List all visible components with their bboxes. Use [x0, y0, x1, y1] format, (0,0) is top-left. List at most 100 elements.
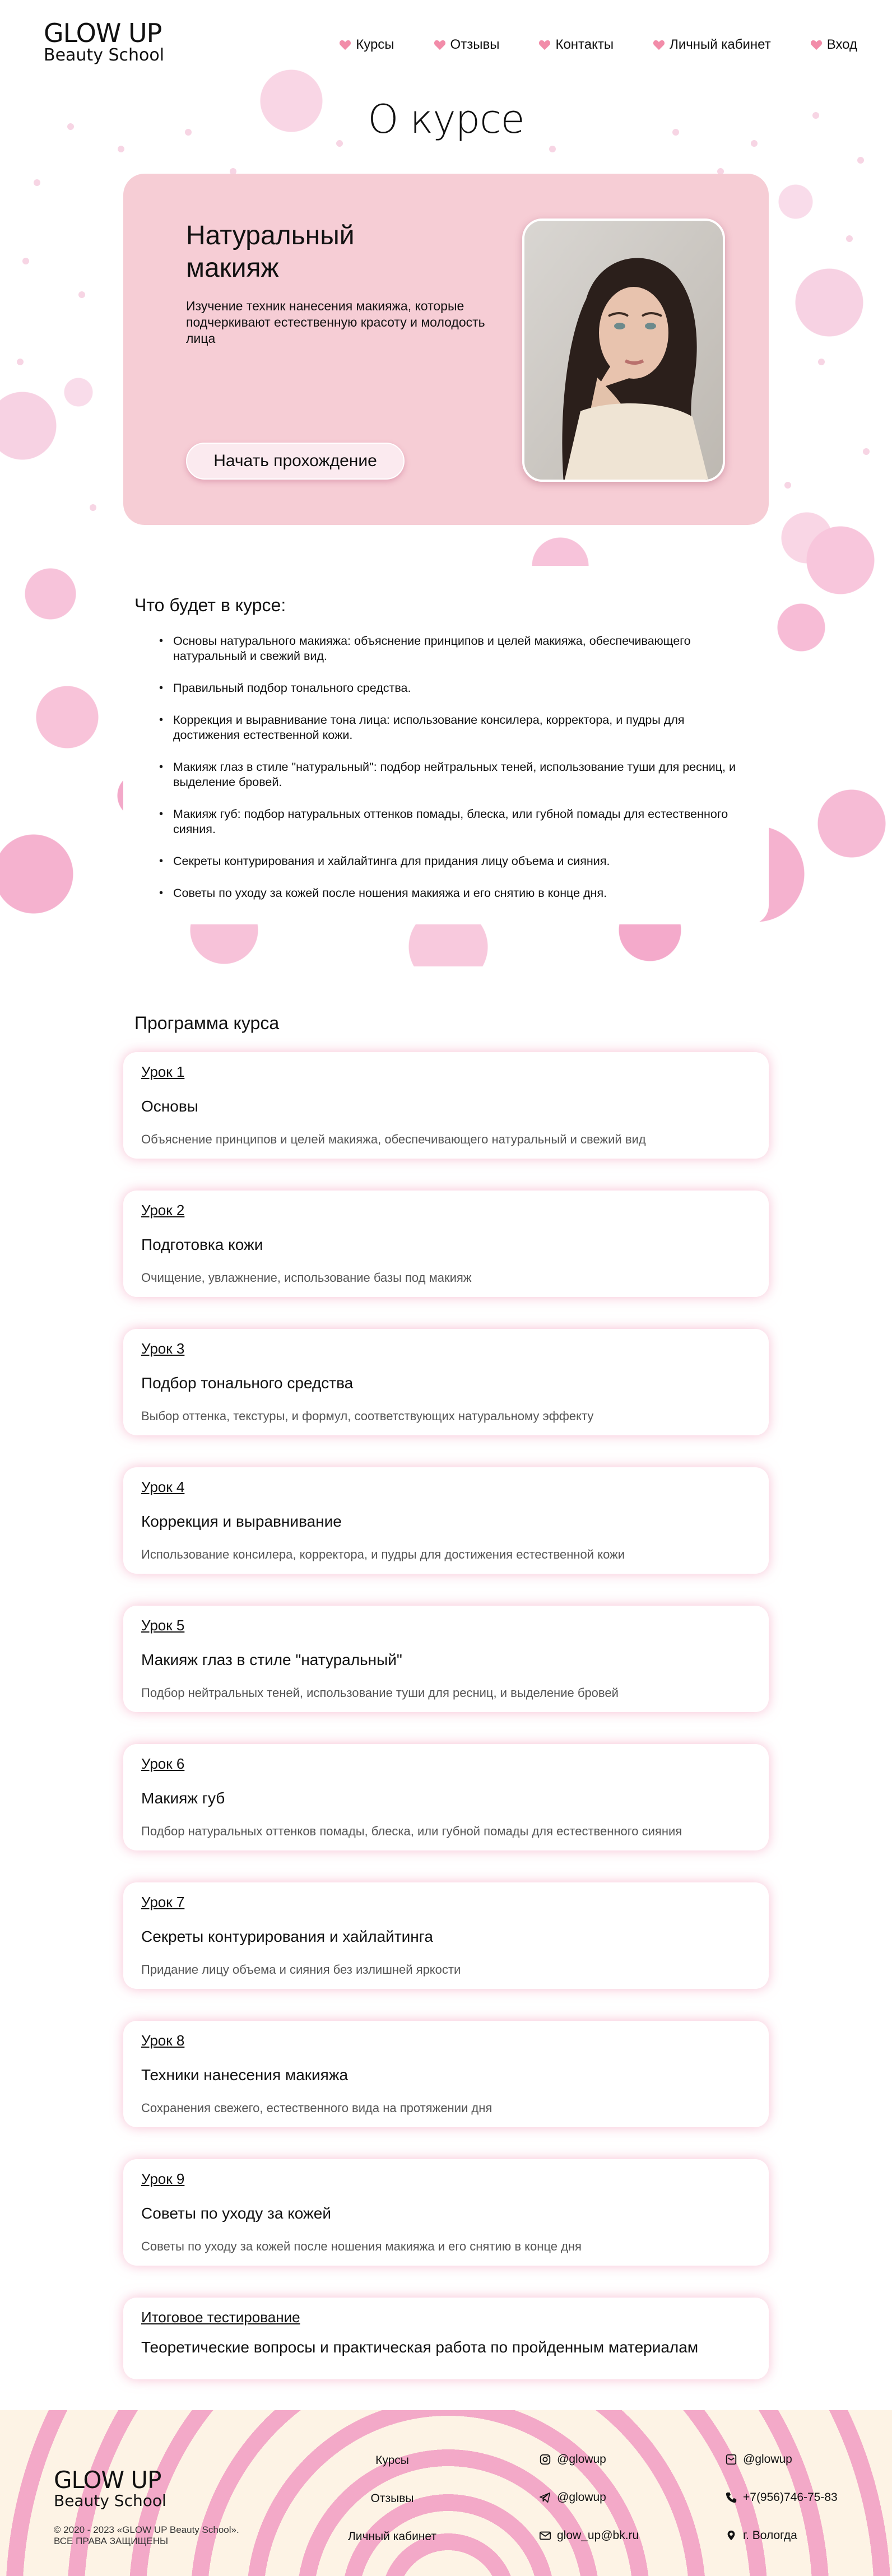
site-header: GLOW UP Beauty School Курсы Отзывы Конта…	[0, 0, 892, 84]
footer-phone[interactable]: +7(956)746-75-83	[725, 2491, 838, 2504]
instagram-icon	[540, 2454, 551, 2465]
footer-mail-handle[interactable]: @glowup	[725, 2453, 792, 2466]
lesson-description: Подбор нейтральных теней, использование …	[141, 1686, 619, 1700]
lesson-number[interactable]: Урок 5	[141, 1617, 751, 1634]
final-test-card[interactable]: Итоговое тестирование Теоретические вопр…	[123, 2298, 769, 2379]
city: г. Вологда	[743, 2529, 797, 2542]
list-item: • Советы по уходу за кожей после ношения …	[159, 886, 607, 900]
list-item: • Макияж глаз в стиле "натуральный": подб…	[159, 760, 736, 789]
footer-instagram[interactable]: @glowup	[539, 2453, 606, 2466]
footer-link-account[interactable]: Личный кабинет	[314, 2530, 471, 2544]
lesson-name: Секреты контурирования и хайлайтинга	[141, 1928, 433, 1945]
lesson-name: Макияж губ	[141, 1789, 225, 1807]
phone-number: +7(956)746-75-83	[743, 2491, 838, 2504]
copyright: © 2020 - 2023 «GLOW UP Beauty School». В…	[54, 2524, 239, 2546]
lesson-number[interactable]: Урок 4	[141, 1478, 751, 1496]
lesson-description: Использование консилера, корректора, и п…	[141, 1547, 625, 1561]
footer-link-courses[interactable]: Курсы	[314, 2454, 471, 2467]
lesson-description: Подбор натуральных оттенков помады, блес…	[141, 1824, 682, 1838]
bullet-icon: •	[159, 761, 164, 773]
lesson-card[interactable]: Урок 1 Основы Объяснение принципов и цел…	[123, 1052, 769, 1159]
lesson-name: Подготовка кожи	[141, 1236, 263, 1253]
bullet-icon: •	[159, 635, 164, 647]
course-contents-heading: Что будет в курсе:	[134, 595, 286, 615]
phone-icon	[726, 2492, 737, 2503]
logo-subtitle: Beauty School	[44, 45, 165, 65]
lesson-card[interactable]: Урок 2 Подготовка кожи Очищение, увлажне…	[123, 1191, 769, 1297]
lesson-number[interactable]: Урок 7	[141, 1894, 751, 1911]
mail-icon	[539, 2531, 551, 2540]
lesson-name: Советы по уходу за кожей	[141, 2205, 331, 2222]
bullet-icon: •	[159, 682, 164, 694]
final-test-description: Теоретические вопросы и практическая раб…	[141, 2338, 699, 2356]
lesson-number[interactable]: Урок 9	[141, 2170, 751, 2188]
list-item: • Макияж губ: подбор натуральных оттенков…	[159, 807, 728, 836]
nav-courses-label: Курсы	[356, 37, 394, 52]
lesson-number[interactable]: Урок 2	[141, 1202, 751, 1219]
course-contents-card: Что будет в курсе: • Основы натурального …	[123, 566, 769, 924]
footer-link-reviews[interactable]: Отзывы	[314, 2492, 471, 2505]
logo-title: GLOW UP	[44, 18, 162, 48]
lesson-name: Основы	[141, 1098, 198, 1115]
lesson-number[interactable]: Урок 3	[141, 1340, 751, 1357]
lesson-card[interactable]: Урок 4 Коррекция и выравнивание Использо…	[123, 1467, 769, 1574]
bullet-icon: •	[159, 808, 164, 820]
lesson-description: Сохранения свежего, естественного вида н…	[141, 2101, 493, 2115]
lesson-card[interactable]: Урок 5 Макияж глаз в стиле "натуральный"…	[123, 1606, 769, 1712]
heart-icon	[340, 40, 351, 50]
heart-icon	[539, 40, 551, 50]
lesson-number[interactable]: Урок 6	[141, 1755, 751, 1773]
course-contents-list: • Основы натурального макияжа: объяснение…	[134, 634, 747, 901]
lesson-number[interactable]: Урок 1	[141, 1063, 751, 1081]
nav-contacts-label: Контакты	[555, 37, 614, 52]
list-item: • Основы натурального макияжа: объяснение…	[159, 634, 691, 663]
page-title: О курсе	[368, 96, 524, 142]
heart-icon	[810, 40, 822, 50]
nav-reviews-label: Отзывы	[450, 37, 500, 52]
footer-location[interactable]: г. Вологда	[725, 2529, 797, 2542]
footer-logo-subtitle: Beauty School	[54, 2491, 166, 2510]
bullet-icon: •	[159, 855, 164, 867]
course-title: Натуральный макияж	[186, 221, 355, 283]
main-nav: Курсы Отзывы Контакты Личный кабинет Вхо…	[339, 37, 857, 53]
lesson-card[interactable]: Урок 9 Советы по уходу за кожей Советы п…	[123, 2159, 769, 2266]
list-item: • Секреты контурирования и хайлайтинга дл…	[159, 854, 610, 868]
nav-reviews[interactable]: Отзывы	[434, 37, 500, 53]
nav-contacts[interactable]: Контакты	[538, 37, 614, 53]
mail-handle: @glowup	[743, 2453, 792, 2466]
lesson-description: Выбор оттенка, текстуры, и формул, соотв…	[141, 1409, 594, 1423]
nav-courses[interactable]: Курсы	[339, 37, 394, 53]
lesson-card[interactable]: Урок 8 Техники нанесения макияжа Сохране…	[123, 2021, 769, 2127]
lesson-name: Техники нанесения макияжа	[141, 2066, 349, 2084]
location-icon	[727, 2530, 735, 2541]
lesson-name: Подбор тонального средства	[141, 1374, 354, 1392]
lesson-card[interactable]: Урок 6 Макияж губ Подбор натуральных отт…	[123, 1744, 769, 1850]
model-portrait-image	[524, 221, 723, 480]
telegram-handle: @glowup	[557, 2491, 606, 2504]
footer-telegram[interactable]: @glowup	[539, 2491, 606, 2504]
list-item: • Правильный подбор тонального средства.	[159, 681, 411, 695]
nav-login-label: Вход	[826, 37, 857, 52]
nav-account[interactable]: Личный кабинет	[653, 37, 771, 53]
lesson-name: Макияж глаз в стиле "натуральный"	[141, 1651, 402, 1668]
nav-login[interactable]: Вход	[810, 37, 857, 53]
nav-account-label: Личный кабинет	[670, 37, 771, 52]
message-icon	[726, 2454, 737, 2465]
course-description: Изучение техник нанесения макияжа, котор…	[186, 299, 485, 346]
lesson-description: Объяснение принципов и целей макияжа, об…	[141, 1132, 646, 1146]
lesson-description: Советы по уходу за кожей после ношения м…	[141, 2239, 582, 2253]
heart-icon	[653, 40, 665, 50]
telegram-icon	[540, 2492, 551, 2503]
lesson-card[interactable]: Урок 7 Секреты контурирования и хайлайти…	[123, 1882, 769, 1989]
program-heading: Программа курса	[134, 1013, 280, 1033]
site-logo[interactable]: GLOW UP Beauty School	[44, 20, 164, 64]
final-test-title[interactable]: Итоговое тестирование	[141, 2309, 751, 2326]
lesson-number[interactable]: Урок 8	[141, 2032, 751, 2049]
start-course-button[interactable]: Начать прохождение	[186, 443, 405, 480]
lesson-card[interactable]: Урок 3 Подбор тонального средства Выбор …	[123, 1329, 769, 1435]
bullet-icon: •	[159, 714, 164, 726]
footer-logo[interactable]: GLOW UP Beauty School	[54, 2468, 166, 2509]
email-address: glow_up@bk.ru	[557, 2529, 639, 2542]
footer-email[interactable]: glow_up@bk.ru	[539, 2529, 639, 2542]
course-photo	[522, 218, 725, 482]
